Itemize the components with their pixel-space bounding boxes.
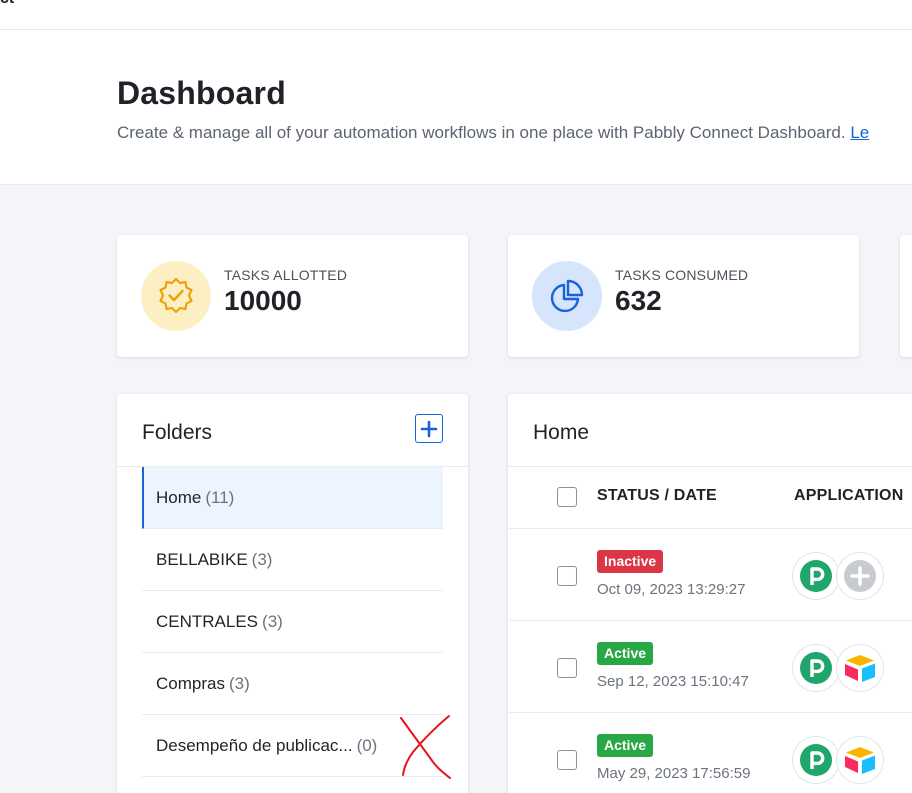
tasks-consumed-value: 632 [615,285,662,316]
row-divider [509,620,912,621]
row-checkbox[interactable] [557,750,577,770]
status-badge: Active [597,642,654,665]
folder-count: (11) [205,487,235,507]
red-x-annotation-icon [400,715,451,779]
folder-count: (0) [356,735,378,755]
column-header-status-date[interactable]: STATUS / DATE [597,487,717,505]
workflows-divider [508,466,912,467]
top-bar: ct [0,0,912,30]
tasks-allotted-card: TASKS ALLOTTED 10000 [117,235,468,357]
folder-item-bellabike[interactable]: BELLABIKE (3) [142,529,443,591]
status-badge: Inactive [597,550,664,573]
tasks-allotted-value: 10000 [224,285,302,316]
table-header-divider [509,528,912,529]
airtable-icon [836,644,884,692]
pabbly-icon [792,644,840,692]
row-date: Oct 09, 2023 13:29:27 [597,581,746,598]
tasks-allotted-label: TASKS ALLOTTED [224,267,348,283]
row-date: May 29, 2023 17:56:59 [597,765,751,782]
select-all-checkbox[interactable] [557,487,577,507]
folder-name: Compras [156,673,225,693]
folder-count: (3) [262,611,283,631]
pie-chart-icon [532,261,602,331]
folder-count: (3) [228,673,250,693]
folder-name: CENTRALES [156,611,259,631]
row-date: Sep 12, 2023 15:10:47 [597,673,749,690]
pabbly-icon [792,736,840,784]
add-app-icon [836,552,884,600]
status-badge: Active [597,734,654,757]
airtable-icon [836,736,884,784]
page-subtitle-text: Create & manage all of your automation w… [117,123,846,142]
folder-count: (3) [251,549,273,569]
folder-name: BELLABIKE [156,549,248,569]
tasks-consumed-card: TASKS CONSUMED 632 [508,235,859,357]
folder-name: Home [156,487,202,507]
add-folder-button[interactable] [415,414,443,443]
folder-item-home[interactable]: Home (11) [142,467,443,529]
top-bar-text-fragment: ct [0,0,14,8]
workflows-panel-title: Home [533,421,590,444]
row-divider [509,712,912,713]
row-checkbox[interactable] [557,658,577,678]
tasks-consumed-label: TASKS CONSUMED [615,267,749,283]
learn-more-link[interactable]: Le [850,123,869,142]
plus-icon [420,420,438,437]
pabbly-icon [792,552,840,600]
page-header: Dashboard Create & manage all of your au… [0,30,912,185]
folder-item-compras[interactable]: Compras (3) [142,653,443,715]
badge-check-icon [141,261,211,331]
stat-card-partial [900,235,912,357]
folder-item-centrales[interactable]: CENTRALES (3) [142,591,443,653]
folders-title: Folders [142,421,213,444]
column-header-application[interactable]: APPLICATION [794,487,903,505]
page-title: Dashboard [117,75,286,111]
row-checkbox[interactable] [557,566,577,586]
folder-name: Desempeño de publicac... [156,735,353,755]
page-subtitle: Create & manage all of your automation w… [117,123,869,143]
